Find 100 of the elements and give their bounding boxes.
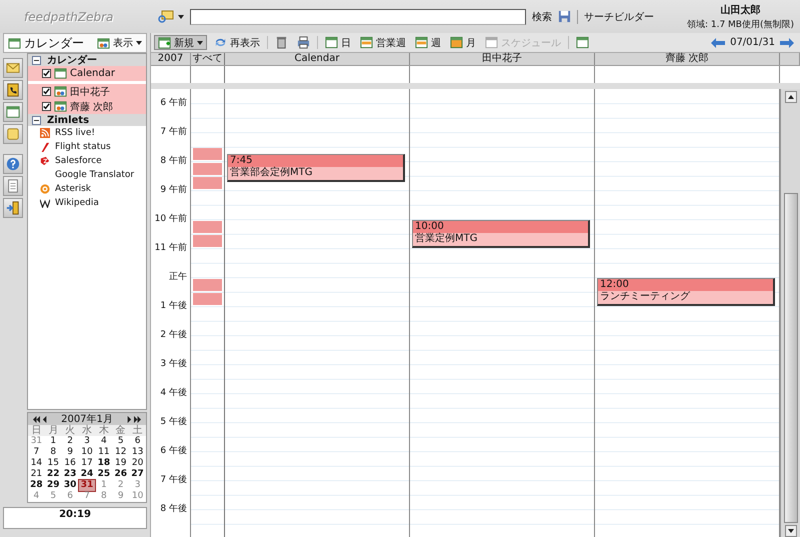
busy-block <box>193 148 222 160</box>
toolbar-button[interactable]: 日 <box>323 35 353 50</box>
day-cell[interactable]: 19 <box>112 458 130 469</box>
zimlet-item[interactable]: Flight status <box>28 140 146 154</box>
day-cell[interactable]: 27 <box>129 469 146 480</box>
search-type-button[interactable] <box>158 10 184 24</box>
view-menu-button[interactable]: 表示 <box>97 36 142 50</box>
calendar-item[interactable]: Calendar <box>28 66 146 81</box>
calendar-item[interactable]: 齊藤 次郎 <box>28 99 146 114</box>
day-cell[interactable]: 30 <box>62 480 79 491</box>
day-cell[interactable]: 21 <box>28 469 45 480</box>
toolbar-button[interactable]: 新規 <box>154 35 207 50</box>
day-cell[interactable]: 13 <box>129 447 146 458</box>
day-cell[interactable]: 24 <box>78 469 96 480</box>
day-cell[interactable]: 17 <box>78 458 96 469</box>
weekday-label: 日 <box>28 425 45 436</box>
day-cell[interactable]: 9 <box>62 447 79 458</box>
day-cell[interactable]: 8 <box>95 491 112 502</box>
appointment-title: ランチミーティング <box>599 290 691 302</box>
day-cell[interactable]: 15 <box>44 458 62 469</box>
search-button[interactable]: 検索 <box>532 10 552 24</box>
day-cell[interactable]: 7 <box>78 491 96 502</box>
day-cell[interactable]: 1 <box>95 480 112 491</box>
day-cell[interactable]: 6 <box>62 491 79 502</box>
app-logo: feedpathZebra <box>23 10 114 24</box>
day-cell[interactable]: 10 <box>78 447 96 458</box>
section-header[interactable]: カレンダー <box>28 54 146 66</box>
zimlet-name: Flight status <box>55 142 111 152</box>
appointment-time: 10:00 <box>413 220 588 232</box>
day-cell[interactable]: 10 <box>129 491 146 502</box>
zimlet-item[interactable]: Salesforce <box>28 154 146 168</box>
day-cell[interactable]: 18 <box>95 458 112 469</box>
scrollbar[interactable] <box>780 89 800 537</box>
day-cell[interactable]: 14 <box>28 458 45 469</box>
zimlet-item[interactable]: RSS live! <box>28 126 146 140</box>
app-tab[interactable] <box>3 198 23 218</box>
toolbar-button[interactable]: 営業週 <box>358 35 408 50</box>
day-cell[interactable]: 5 <box>112 436 130 447</box>
day-cell[interactable]: 6 <box>129 436 146 447</box>
day-cell[interactable]: 2 <box>112 480 130 491</box>
column-header: 齊藤 次郎 <box>595 53 780 65</box>
search-field[interactable] <box>190 8 526 24</box>
calendar-icon <box>450 36 463 49</box>
appointment[interactable]: 12:00 ランチミーティング <box>597 278 775 306</box>
day-cell[interactable]: 8 <box>44 447 62 458</box>
previous-arrow-icon[interactable] <box>711 38 726 48</box>
day-cell[interactable]: 26 <box>112 469 130 480</box>
zimlet-item[interactable]: Google Translator <box>28 168 146 182</box>
toolbar-button[interactable]: 週 <box>413 35 443 50</box>
busy-block <box>193 177 222 189</box>
exit-door-icon <box>6 201 20 215</box>
caret-icon <box>136 41 142 45</box>
day-cell[interactable]: 22 <box>44 469 62 480</box>
toolbar-icon-button[interactable] <box>295 35 312 50</box>
zimlet-item[interactable]: Wikipedia <box>28 196 146 210</box>
appointment[interactable]: 7:45 営業部会定例MTG <box>227 154 405 182</box>
calendar-icon <box>325 36 338 49</box>
day-cell[interactable]: 9 <box>112 491 130 502</box>
day-cell[interactable]: 12 <box>112 447 130 458</box>
app-tab[interactable] <box>3 80 23 100</box>
checkbox[interactable] <box>42 87 51 96</box>
day-cell[interactable]: 2 <box>62 436 79 447</box>
note-icon <box>6 127 20 141</box>
day-cell[interactable]: 3 <box>78 436 96 447</box>
day-cell[interactable]: 29 <box>44 480 62 491</box>
day-cell[interactable]: 4 <box>28 491 45 502</box>
appointment-title: 営業定例MTG <box>414 232 478 244</box>
zimlet-item[interactable]: Asterisk <box>28 182 146 196</box>
user-name: 山田太郎 <box>720 3 760 16</box>
day-cell[interactable]: 5 <box>44 491 62 502</box>
day-cell[interactable]: 16 <box>62 458 79 469</box>
search-builder-link[interactable]: サーチビルダー <box>584 10 654 24</box>
toolbar-icon-button[interactable] <box>574 35 591 50</box>
day-cell[interactable]: 25 <box>95 469 112 480</box>
next-arrow-icon[interactable] <box>780 38 794 48</box>
appointment-time: 12:00 <box>598 278 773 290</box>
day-cell[interactable]: 20 <box>129 458 146 469</box>
day-cell[interactable]: 31 <box>78 480 96 491</box>
day-cell[interactable]: 31 <box>28 436 45 447</box>
checkbox[interactable] <box>42 102 51 111</box>
checkbox[interactable] <box>42 69 51 78</box>
toolbar-button[interactable]: 月 <box>448 35 478 50</box>
day-cell[interactable]: 4 <box>95 436 112 447</box>
scroll-up-icon[interactable] <box>784 91 796 103</box>
appointment[interactable]: 10:00 営業定例MTG <box>412 220 590 248</box>
scroll-down-icon[interactable] <box>784 525 796 537</box>
calendar-item[interactable]: 田中花子 <box>28 84 146 99</box>
day-cell[interactable]: 1 <box>44 436 62 447</box>
day-cell[interactable]: 28 <box>28 480 45 491</box>
collapse-icon[interactable] <box>32 56 41 64</box>
day-cell[interactable]: 11 <box>95 447 112 458</box>
day-cell[interactable]: 3 <box>129 480 146 491</box>
toolbar-button[interactable]: 再表示 <box>212 35 262 50</box>
collapse-icon[interactable] <box>32 116 41 124</box>
day-cell[interactable]: 23 <box>62 469 79 480</box>
save-icon[interactable] <box>558 10 571 23</box>
section-header[interactable]: Zimlets <box>28 114 146 126</box>
hour-label: 8 午前 <box>159 154 188 168</box>
scrollbar-thumb[interactable] <box>784 193 798 523</box>
day-cell[interactable]: 7 <box>28 447 45 458</box>
